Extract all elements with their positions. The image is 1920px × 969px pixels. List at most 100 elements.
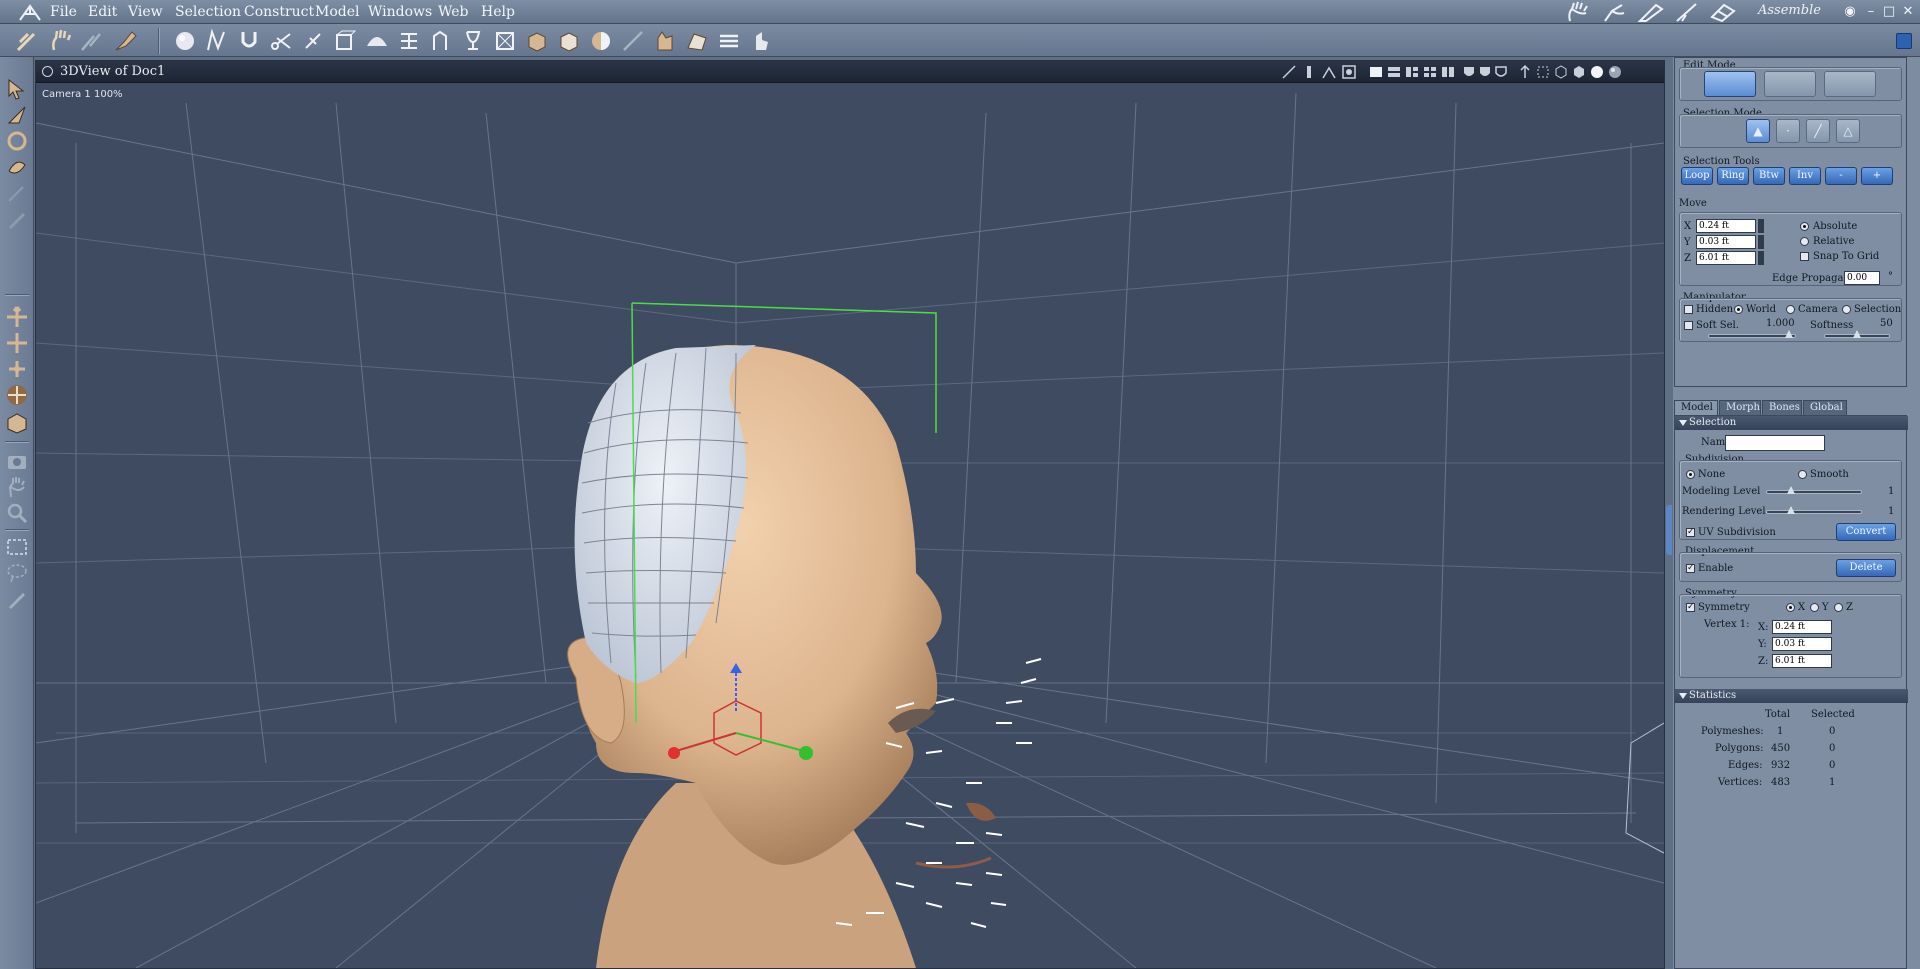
symmetry-y-radio[interactable] bbox=[1810, 603, 1819, 612]
subdivision-none-radio[interactable] bbox=[1686, 470, 1695, 479]
select-face-icon[interactable]: △ bbox=[1836, 119, 1860, 143]
viewport-close-icon[interactable] bbox=[42, 66, 53, 77]
arrow-up-icon[interactable] bbox=[1517, 64, 1533, 80]
layout-single-icon[interactable] bbox=[1368, 64, 1384, 80]
pointing-hand-icon[interactable] bbox=[748, 28, 774, 54]
hand-icon[interactable] bbox=[1564, 1, 1594, 23]
layout-four-icon[interactable] bbox=[1422, 64, 1438, 80]
hand-move-icon[interactable] bbox=[652, 28, 678, 54]
hand-tool-icon[interactable] bbox=[48, 28, 74, 54]
move-x-input[interactable]: 0.24 ft bbox=[1696, 219, 1756, 233]
vertex-y-input[interactable]: 0.03 ft bbox=[1772, 637, 1832, 651]
wand-icon[interactable] bbox=[620, 28, 646, 54]
panel-toggle-button[interactable] bbox=[1896, 33, 1912, 49]
move-z-spinner[interactable] bbox=[1758, 251, 1764, 265]
grow-selection-button[interactable]: + bbox=[1861, 167, 1893, 185]
tab-morph[interactable]: Morph bbox=[1719, 400, 1761, 415]
magnet-icon[interactable] bbox=[236, 28, 262, 54]
paint-tool-icon[interactable] bbox=[78, 28, 104, 54]
menu-edit[interactable]: Edit bbox=[88, 4, 117, 20]
twist-tool-icon[interactable] bbox=[5, 155, 29, 179]
edge-propagation-input[interactable]: 0.00 bbox=[1844, 271, 1880, 285]
menu-view[interactable]: View bbox=[128, 4, 163, 20]
name-input[interactable] bbox=[1725, 435, 1825, 451]
shield-c-icon[interactable] bbox=[1493, 64, 1509, 80]
render-room-icon[interactable] bbox=[1708, 1, 1738, 23]
extrude-icon[interactable] bbox=[332, 28, 358, 54]
softness-thumb[interactable] bbox=[1853, 330, 1861, 338]
rendering-level-slider[interactable] bbox=[1766, 506, 1862, 514]
symmetry-x-radio[interactable] bbox=[1786, 603, 1795, 612]
zoom-icon[interactable] bbox=[5, 501, 29, 525]
tab-global[interactable]: Global bbox=[1803, 400, 1847, 415]
symmetry-z-radio[interactable] bbox=[1834, 603, 1843, 612]
move-x-spinner[interactable] bbox=[1758, 219, 1764, 233]
scale-tool-icon[interactable] bbox=[5, 357, 29, 381]
wire-cube-icon[interactable] bbox=[1553, 64, 1569, 80]
tab-bones[interactable]: Bones bbox=[1762, 400, 1802, 415]
box-cross-icon[interactable] bbox=[492, 28, 518, 54]
light-guide-icon[interactable] bbox=[1281, 64, 1297, 80]
camera-icon[interactable] bbox=[5, 449, 29, 473]
soft-selection-thumb[interactable] bbox=[1785, 330, 1793, 338]
scene-canvas[interactable] bbox=[36, 83, 1664, 968]
menu-model[interactable]: Model bbox=[315, 4, 360, 20]
statistics-section-header[interactable]: Statistics bbox=[1675, 689, 1908, 703]
move-z-input[interactable]: 6.01 ft bbox=[1696, 251, 1756, 265]
selection-section-header[interactable]: Selection bbox=[1675, 416, 1908, 430]
paint-select-icon[interactable] bbox=[5, 587, 29, 611]
displacement-enable-checkbox[interactable]: ✓ bbox=[1686, 564, 1695, 573]
rect-select-icon[interactable] bbox=[5, 535, 29, 559]
move-xy-icon[interactable] bbox=[5, 331, 29, 355]
modeling-level-thumb[interactable] bbox=[1787, 486, 1795, 494]
textured-sphere-icon[interactable] bbox=[1607, 64, 1623, 80]
select-vertex-icon[interactable]: · bbox=[1776, 119, 1800, 143]
eye-icon[interactable]: ◉ bbox=[1841, 3, 1859, 21]
modeling-level-slider[interactable] bbox=[1766, 486, 1862, 494]
lathe-icon[interactable] bbox=[396, 28, 422, 54]
rendering-level-thumb[interactable] bbox=[1787, 506, 1795, 514]
hand-shape-icon[interactable] bbox=[684, 28, 710, 54]
camera-radio[interactable] bbox=[1786, 305, 1795, 314]
edit-mode-mesh-button[interactable] bbox=[1824, 71, 1876, 97]
selection-radio[interactable] bbox=[1842, 305, 1851, 314]
material-room-icon[interactable] bbox=[1672, 1, 1702, 23]
move-tool-icon[interactable] bbox=[5, 305, 29, 329]
move-y-input[interactable]: 0.03 ft bbox=[1696, 235, 1756, 249]
relative-radio[interactable] bbox=[1800, 237, 1809, 246]
snap-to-grid-checkbox[interactable] bbox=[1800, 252, 1809, 261]
universal-tool-icon[interactable] bbox=[5, 383, 29, 407]
menu-selection[interactable]: Selection bbox=[175, 4, 241, 20]
menu-windows[interactable]: Windows bbox=[368, 4, 432, 20]
select-arrow-icon[interactable] bbox=[5, 77, 29, 101]
close-icon[interactable]: ✕ bbox=[1899, 3, 1917, 21]
viewport-3d[interactable]: 3DView of Doc1 Camera 1 100% bbox=[35, 60, 1665, 969]
loop-button[interactable]: Loop bbox=[1681, 167, 1713, 185]
ring-button[interactable]: Ring bbox=[1717, 167, 1749, 185]
shrink-selection-button[interactable]: - bbox=[1825, 167, 1857, 185]
maximize-icon[interactable]: □ bbox=[1880, 3, 1898, 21]
select-edge-icon[interactable]: ╱ bbox=[1806, 119, 1830, 143]
edit-mode-vertex-button[interactable] bbox=[1764, 71, 1816, 97]
menu-help[interactable]: Help bbox=[481, 4, 515, 20]
layout-two-icon[interactable] bbox=[1386, 64, 1402, 80]
brush-tool-icon[interactable] bbox=[112, 28, 138, 54]
shield-a-icon[interactable] bbox=[1461, 64, 1477, 80]
soft-selection-slider[interactable] bbox=[1708, 330, 1796, 338]
convert-button[interactable]: Convert bbox=[1836, 523, 1896, 541]
vertex-z-input[interactable]: 6.01 ft bbox=[1772, 654, 1832, 668]
box-tool-icon[interactable] bbox=[5, 411, 29, 435]
cube-material-icon[interactable] bbox=[524, 28, 550, 54]
layout-grid-icon[interactable] bbox=[1440, 64, 1456, 80]
sphere-primitive-icon[interactable] bbox=[173, 28, 199, 54]
panel-collapse-handle[interactable] bbox=[1666, 505, 1672, 555]
hidden-checkbox[interactable] bbox=[1684, 305, 1693, 314]
hierarchy-icon[interactable] bbox=[1321, 64, 1337, 80]
world-radio[interactable] bbox=[1734, 305, 1743, 314]
shield-b-icon[interactable] bbox=[1477, 64, 1493, 80]
pose-room-icon[interactable] bbox=[1600, 1, 1630, 23]
symmetry-checkbox[interactable]: ✓ bbox=[1686, 603, 1695, 612]
minimize-icon[interactable]: – bbox=[1862, 3, 1880, 21]
goblet-icon[interactable] bbox=[460, 28, 486, 54]
lasso-select-icon[interactable] bbox=[5, 561, 29, 585]
